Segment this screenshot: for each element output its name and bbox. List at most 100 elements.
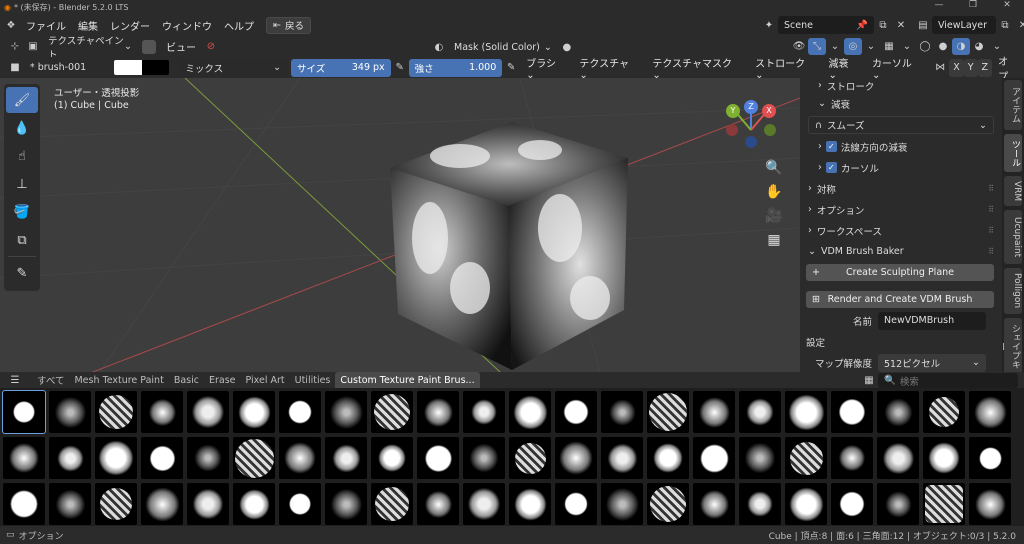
brush-selector[interactable]: * brush-001	[24, 59, 112, 77]
brush-thumbnail[interactable]	[693, 391, 735, 433]
brush-thumbnail[interactable]	[325, 483, 367, 525]
brush-thumbnail[interactable]	[141, 391, 183, 433]
brush-thumbnail[interactable]	[233, 483, 275, 525]
chevron-down-icon[interactable]: ⌄	[862, 38, 880, 55]
texture-mask-menu[interactable]: テクスチャマスク ⌄	[646, 55, 749, 81]
brush-thumbnail[interactable]	[877, 483, 919, 525]
brush-menu[interactable]: ブラシ ⌄	[520, 55, 573, 81]
brush-thumbnail[interactable]	[785, 391, 827, 433]
symmetry-y-toggle[interactable]: Y	[963, 58, 978, 77]
blend-mode-selector[interactable]: ミックス ⌄	[179, 58, 288, 77]
remove-view-layer-icon[interactable]: ✕	[1014, 17, 1024, 34]
brush-thumbnail[interactable]	[3, 483, 45, 525]
close-icon[interactable]: ✕	[990, 0, 1024, 10]
brush-thumbnail[interactable]	[325, 391, 367, 433]
brush-thumbnail[interactable]	[279, 437, 321, 479]
brush-thumbnail[interactable]	[923, 391, 965, 433]
brush-thumbnail[interactable]	[739, 483, 781, 525]
stroke-menu[interactable]: ストローク ⌄	[749, 55, 822, 81]
brush-thumbnail[interactable]	[95, 391, 137, 433]
asset-tab-utilities[interactable]: Utilities	[290, 372, 336, 388]
gizmo-x-axis[interactable]: X	[762, 104, 776, 118]
menu-help[interactable]: ヘルプ	[218, 18, 260, 33]
map-resolution-selector[interactable]: 512ピクセル ⌄	[878, 353, 986, 372]
brush-thumbnail[interactable]	[739, 437, 781, 479]
brush-thumbnail[interactable]	[49, 391, 91, 433]
view-menu[interactable]: ビュー	[160, 39, 202, 54]
brush-thumbnail[interactable]	[647, 483, 689, 525]
solid-shading-icon[interactable]: ●	[934, 38, 952, 55]
chevron-down-icon[interactable]: ⌄	[826, 38, 844, 55]
drag-handle-icon[interactable]: ⠿	[988, 226, 994, 235]
menu-edit[interactable]: 編集	[72, 18, 104, 33]
brush-thumbnail[interactable]	[325, 437, 367, 479]
smear-tool-icon[interactable]: ☝	[6, 143, 38, 169]
menu-render[interactable]: レンダー	[104, 18, 156, 33]
wireframe-shading-icon[interactable]: ◯	[916, 38, 934, 55]
overlay-toggle-icon[interactable]: ◎	[844, 38, 862, 55]
tab-polligon[interactable]: Polligon	[1004, 268, 1022, 314]
strength-field[interactable]: 強さ 1.000	[408, 58, 503, 77]
minimize-icon[interactable]: —	[922, 0, 956, 10]
brush-thumbnail[interactable]	[141, 483, 183, 525]
brush-thumbnail[interactable]	[371, 437, 413, 479]
zoom-icon[interactable]: 🔍	[762, 156, 786, 180]
brush-thumbnail[interactable]	[555, 391, 597, 433]
brush-thumbnail[interactable]	[969, 483, 1011, 525]
gizmo-toggle-icon[interactable]: ⤡	[808, 38, 826, 55]
asset-tab-all[interactable]: すべて	[32, 372, 69, 388]
cursor-menu[interactable]: カーソル ⌄	[866, 55, 929, 81]
normal-falloff-checkbox[interactable]: ✓	[825, 141, 837, 152]
cursor-row[interactable]: › ✓ カーソル	[800, 157, 1002, 178]
brush-thumbnail[interactable]	[417, 483, 459, 525]
brush-thumbnail[interactable]	[371, 483, 413, 525]
scene-selector[interactable]: Scene 📌	[778, 16, 874, 34]
pin-icon[interactable]: 📌	[856, 20, 868, 31]
brush-thumbnail[interactable]	[371, 391, 413, 433]
cursor-checkbox[interactable]: ✓	[825, 162, 837, 173]
brush-thumbnail[interactable]	[509, 391, 551, 433]
brush-thumbnail[interactable]	[49, 483, 91, 525]
new-scene-icon[interactable]: ⧉	[874, 17, 892, 34]
brush-thumbnail[interactable]	[141, 437, 183, 479]
brush-thumbnail[interactable]	[923, 437, 965, 479]
brush-name-input[interactable]: NewVDMBrush	[878, 311, 986, 330]
mask-tool-icon[interactable]: ⧉	[6, 227, 38, 253]
fill-bucket-tool-icon[interactable]: 🪣	[6, 199, 38, 225]
view-layer-selector[interactable]: ViewLayer	[932, 16, 996, 34]
maximize-icon[interactable]: ❐	[956, 0, 990, 10]
brush-thumbnail[interactable]	[831, 391, 873, 433]
brush-thumbnail[interactable]	[509, 437, 551, 479]
tab-tool[interactable]: ツール	[1004, 134, 1022, 172]
pressure-size-icon[interactable]: ✎	[391, 59, 409, 76]
tab-ucupaint[interactable]: Ucupaint	[1004, 210, 1022, 264]
brush-thumbnail[interactable]	[95, 437, 137, 479]
brush-thumbnail[interactable]	[279, 483, 321, 525]
paint-brush-tool-icon[interactable]: 🖌	[6, 87, 38, 113]
symmetry-z-toggle[interactable]: Z	[977, 58, 993, 77]
back-button[interactable]: ⇤ 戻る	[266, 16, 311, 34]
render-vdm-brush-button[interactable]: ⊞ Render and Create VDM Brush	[806, 291, 994, 308]
asset-tab-erase[interactable]: Erase	[204, 372, 241, 388]
brush-thumbnail[interactable]	[693, 483, 735, 525]
brush-thumbnail[interactable]	[49, 437, 91, 479]
create-sculpting-plane-button[interactable]: + Create Sculpting Plane	[806, 264, 994, 281]
brush-thumbnail[interactable]	[601, 437, 643, 479]
options-section[interactable]: › オプション ⠿	[800, 199, 1002, 220]
asset-search-input[interactable]: 🔍 検索	[878, 373, 1018, 388]
brush-thumbnail[interactable]	[3, 437, 45, 479]
color-dot-icon[interactable]: ●	[558, 39, 576, 56]
shading-mode-selector[interactable]: Mask (Solid Color) ⌄	[448, 38, 558, 56]
brush-thumbnail[interactable]	[463, 483, 505, 525]
xray-icon[interactable]: ▦	[880, 38, 898, 55]
brush-thumbnail[interactable]	[463, 437, 505, 479]
view-layer-icon[interactable]: ▤	[914, 17, 932, 34]
stroke-section[interactable]: › ストローク	[800, 78, 1002, 93]
brush-thumbnail[interactable]	[417, 391, 459, 433]
brush-thumbnail[interactable]	[693, 437, 735, 479]
normal-falloff-row[interactable]: › ✓ 法線方向の減衰	[800, 136, 1002, 157]
tab-vrm[interactable]: VRM	[1004, 176, 1022, 206]
workspace-section[interactable]: › ワークスペース ⠿	[800, 220, 1002, 241]
secondary-color-swatch[interactable]	[141, 60, 170, 75]
brush-thumbnail[interactable]	[187, 483, 229, 525]
